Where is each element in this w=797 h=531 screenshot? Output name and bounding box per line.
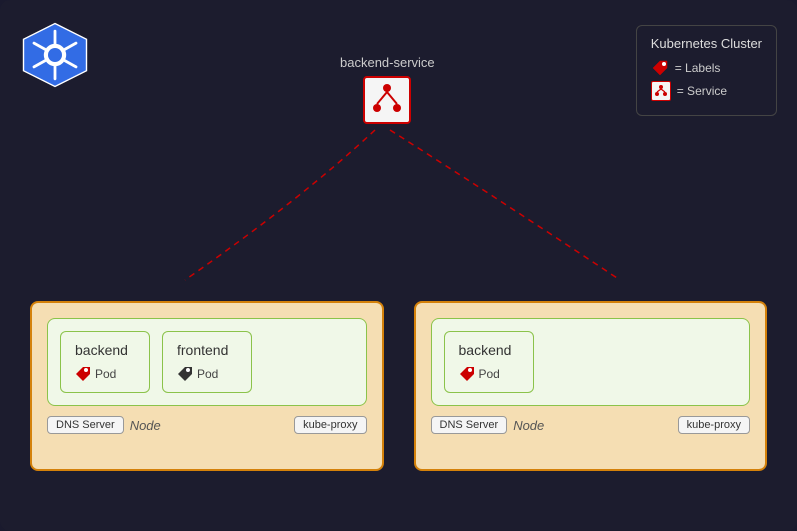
node-1-backend-pod: backend Pod: [60, 331, 150, 393]
legend-labels-text: = Labels: [675, 61, 721, 75]
node-1-backend-pod-type: Pod: [95, 367, 116, 381]
node-2-label: Node: [513, 418, 544, 433]
node-2-dns-badge: DNS Server: [431, 416, 508, 434]
node-1-frontend-pod-type: Pod: [197, 367, 218, 381]
node-2-footer: DNS Server Node kube-proxy: [431, 416, 751, 434]
node-1-backend-pod-label-row: Pod: [75, 366, 116, 382]
node-1-frontend-label-icon: [177, 366, 193, 382]
node-2-box: backend Pod DNS Server Node kube-proxy: [414, 301, 768, 471]
node-2-backend-pod-type: Pod: [479, 367, 500, 381]
node-2-backend-pod-name: backend: [459, 342, 512, 358]
nodes-row: backend Pod frontend: [30, 301, 767, 471]
node-1-dns-badge: DNS Server: [47, 416, 124, 434]
node-1-frontend-pod-name: frontend: [177, 342, 228, 358]
node-2-footer-left: DNS Server Node: [431, 416, 545, 434]
node-1-backend-label-icon: [75, 366, 91, 382]
legend-service-item: = Service: [651, 81, 762, 101]
node-1-footer: DNS Server Node kube-proxy: [47, 416, 367, 434]
node-1-kube-proxy-badge: kube-proxy: [294, 416, 366, 434]
node-2-backend-label-icon: [459, 366, 475, 382]
service-name-label: backend-service: [340, 55, 435, 70]
kubernetes-logo: [20, 20, 90, 90]
node-1-box: backend Pod frontend: [30, 301, 384, 471]
legend-label-icon: [651, 59, 669, 77]
service-tree-svg: [369, 82, 405, 118]
legend-title: Kubernetes Cluster: [651, 36, 762, 51]
node-2-backend-pod-label-row: Pod: [459, 366, 500, 382]
node-1-backend-pod-name: backend: [75, 342, 128, 358]
legend-labels-item: = Labels: [651, 59, 762, 77]
node-1-footer-left: DNS Server Node: [47, 416, 161, 434]
node-1-frontend-pod-label-row: Pod: [177, 366, 218, 382]
service-box: backend-service: [340, 55, 435, 124]
legend-service-icon: [651, 81, 671, 101]
node-1-pods-container: backend Pod frontend: [47, 318, 367, 406]
node-1-frontend-pod: frontend Pod: [162, 331, 252, 393]
node-2-kube-proxy-badge: kube-proxy: [678, 416, 750, 434]
node-1-label: Node: [130, 418, 161, 433]
node-2-backend-pod: backend Pod: [444, 331, 534, 393]
main-container: Kubernetes Cluster = Labels = Service: [0, 0, 797, 531]
legend-box: Kubernetes Cluster = Labels = Service: [636, 25, 777, 116]
legend-service-tree-icon: [654, 84, 668, 98]
service-icon-box: [363, 76, 411, 124]
node-2-pods-container: backend Pod: [431, 318, 751, 406]
legend-service-text: = Service: [677, 84, 727, 98]
